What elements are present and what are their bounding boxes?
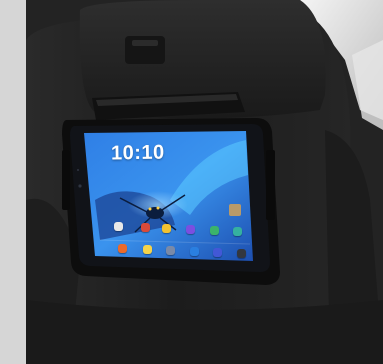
holder-clip-left [62, 150, 70, 210]
contacts-app-icon[interactable] [210, 226, 219, 235]
email-app-icon[interactable] [118, 244, 127, 253]
calendar-app-icon[interactable] [143, 245, 152, 254]
wallpaper-creature-eye [148, 207, 152, 211]
camera-app-icon[interactable] [190, 247, 199, 256]
widget-thumbnail [229, 204, 241, 216]
holder-clip-right [266, 150, 275, 220]
sensor-dot [77, 169, 79, 171]
background-wall [0, 0, 30, 364]
photo-scene [0, 0, 383, 364]
wallpaper-creature-eye [156, 206, 160, 210]
messages-app-icon[interactable] [166, 246, 175, 255]
front-camera-icon [78, 184, 82, 188]
photos-app-icon[interactable] [233, 227, 242, 236]
gallery-app-icon[interactable] [141, 223, 150, 232]
chrome-app-icon[interactable] [162, 224, 171, 233]
internet-app-icon[interactable] [213, 248, 222, 257]
car-headrest-tablet-photo: 10:10 [0, 0, 383, 364]
clamp-highlight [132, 40, 158, 46]
apps-grid-icon[interactable] [237, 249, 246, 258]
google-app-icon[interactable] [114, 222, 123, 231]
tablet-clock: 10:10 [110, 141, 165, 165]
play-store-app-icon[interactable] [186, 225, 195, 234]
